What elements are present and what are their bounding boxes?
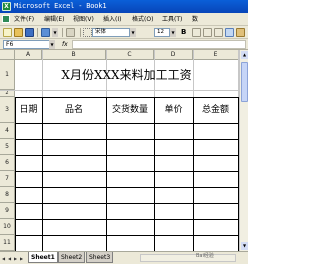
undo-dropdown-icon[interactable]: ▼ [52,28,58,37]
menu-bar: 文件(F) 编辑(E) 视图(V) 插入(I) 格式(O) 工具(T) 数 [0,13,248,26]
row-header[interactable]: 3 [0,97,15,123]
row-header[interactable]: 11 [0,235,15,251]
prev-sheet-icon[interactable]: ◀ [7,254,12,263]
table-border [15,235,239,236]
row-header[interactable]: 8 [0,187,15,203]
name-box[interactable]: F6 [3,40,55,49]
last-sheet-icon[interactable]: ▶ [19,254,24,263]
table-border [15,171,239,172]
align-right-icon[interactable] [214,28,223,37]
name-box-dropdown-icon[interactable]: ▼ [49,40,55,49]
table-border [154,97,155,251]
merge-center-icon[interactable] [225,28,234,37]
title-bar: X Microsoft Excel - Book1 [0,0,248,13]
table-border [15,155,239,156]
font-name-dropdown-icon[interactable]: ▼ [130,28,136,37]
save-icon[interactable] [25,28,34,37]
table-border [193,97,194,251]
header-product[interactable]: 品名 [42,104,106,117]
table-border [15,203,239,204]
table-border [42,97,43,251]
toolbar-separator [80,28,81,37]
function-icon[interactable]: fx [62,40,68,49]
excel-app-icon: X [2,2,11,11]
help-icon[interactable] [66,28,75,37]
scroll-down-icon[interactable]: ▼ [241,242,248,250]
scroll-up-icon[interactable]: ▲ [241,51,248,59]
table-border [15,187,239,188]
tab-sheet1[interactable]: Sheet1 [28,252,58,263]
table-border [15,139,239,140]
menu-tools[interactable]: 工具(T) [162,13,182,26]
new-file-icon[interactable] [3,28,12,37]
watermark: Bai经验 [196,253,214,259]
menu-edit[interactable]: 编辑(E) [44,13,64,26]
header-unit-price[interactable]: 单价 [154,104,193,117]
worksheet-grid[interactable]: A B C D E 1 2 3 4 5 6 7 8 9 10 11 X月份XXX… [0,50,248,251]
sheet-title[interactable]: X月份XXX来料加工工资 [15,67,238,83]
column-header-e[interactable]: E [193,50,239,60]
column-header-b[interactable]: B [42,50,106,60]
workbook-icon[interactable] [2,15,10,23]
next-sheet-icon[interactable]: ▶ [13,254,18,263]
gridline [0,90,239,91]
row-header[interactable]: 6 [0,155,15,171]
table-border [15,123,239,124]
font-size-dropdown-icon[interactable]: ▼ [170,28,176,37]
table-border [106,97,107,251]
toolbar: ▼ 宋体 ▼ 12 ▼ B [0,26,248,39]
header-date[interactable]: 日期 [15,104,42,117]
select-all-corner[interactable] [0,50,15,60]
toolbar-separator [37,28,38,37]
header-quantity[interactable]: 交货数量 [106,104,154,117]
first-sheet-icon[interactable]: ◀ [1,254,6,263]
column-header-c[interactable]: C [106,50,154,60]
menu-insert[interactable]: 插入(I) [103,13,121,26]
open-folder-icon[interactable] [14,28,23,37]
tab-sheet3[interactable]: Sheet3 [86,252,114,263]
scroll-thumb[interactable] [241,62,248,102]
toolbar-separator [62,28,63,37]
row-header[interactable]: 5 [0,139,15,155]
font-icon [83,28,92,37]
vertical-scrollbar[interactable]: ▲ ▼ [239,50,248,251]
menu-data[interactable]: 数 [192,13,198,26]
table-border [15,97,16,251]
align-center-icon[interactable] [203,28,212,37]
bold-button[interactable]: B [181,28,186,37]
tab-sheet2[interactable]: Sheet2 [58,252,86,263]
table-border [15,219,239,220]
row-header[interactable]: 9 [0,203,15,219]
menu-format[interactable]: 格式(O) [132,13,153,26]
align-left-icon[interactable] [192,28,201,37]
font-size-select[interactable]: 12 [154,28,170,37]
currency-icon[interactable] [236,28,245,37]
column-header-d[interactable]: D [154,50,193,60]
column-header-a[interactable]: A [15,50,42,60]
row-header[interactable]: 7 [0,171,15,187]
row-header[interactable]: 10 [0,219,15,235]
table-border [15,97,239,98]
row-header[interactable]: 4 [0,123,15,139]
row-header[interactable]: 2 [0,90,15,97]
menu-file[interactable]: 文件(F) [14,13,34,26]
horizontal-scrollbar[interactable] [140,254,236,262]
undo-icon[interactable] [41,28,50,37]
menu-view[interactable]: 视图(V) [73,13,94,26]
header-total[interactable]: 总金额 [193,104,238,117]
window-title: Microsoft Excel - Book1 [14,2,107,10]
row-header[interactable]: 1 [0,60,15,90]
font-name-select[interactable]: 宋体 [92,28,130,37]
formula-bar: F6 ▼ fx [0,39,248,50]
formula-input[interactable] [72,40,246,49]
